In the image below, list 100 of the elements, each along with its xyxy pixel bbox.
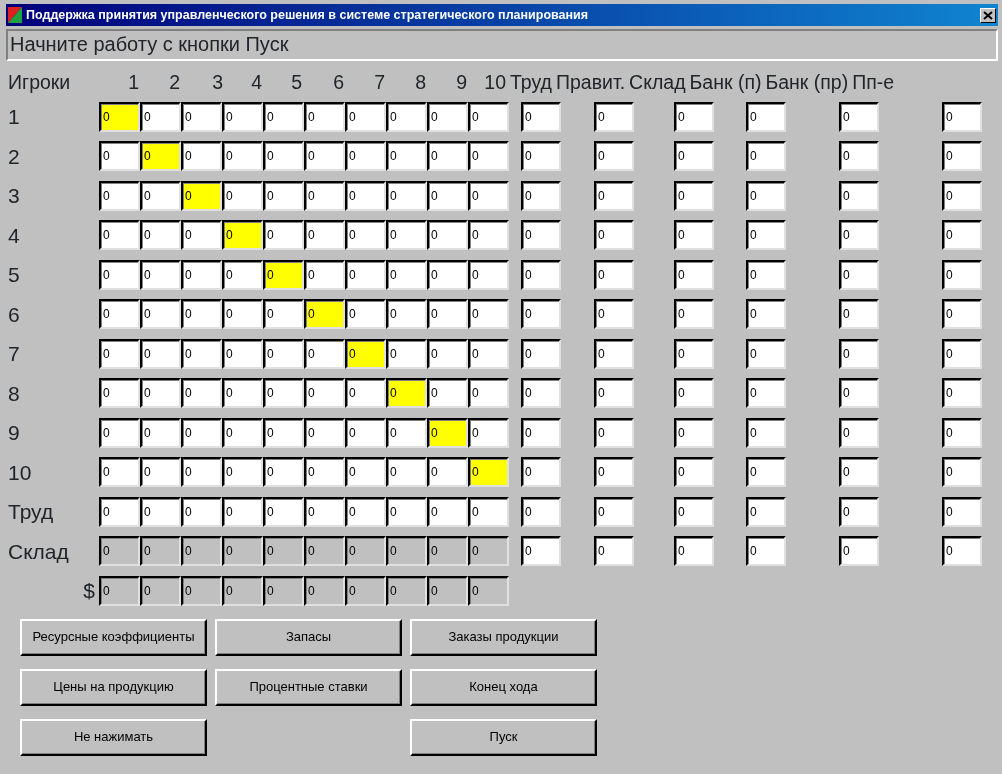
number-field[interactable]: 0 (468, 180, 509, 211)
number-field[interactable]: 0 (304, 220, 345, 251)
number-field[interactable]: 0 (263, 378, 304, 409)
command-button[interactable]: Заказы продукции (410, 618, 597, 656)
number-field[interactable]: 0 (304, 457, 345, 488)
number-field[interactable]: 0 (427, 417, 468, 448)
number-field[interactable]: 0 (345, 299, 386, 330)
number-field[interactable]: 0 (942, 259, 982, 290)
number-field[interactable]: 0 (222, 496, 263, 527)
number-field[interactable]: 0 (521, 220, 561, 251)
number-field[interactable]: 0 (304, 141, 345, 172)
number-field[interactable]: 0 (222, 141, 263, 172)
number-field[interactable]: 0 (746, 417, 786, 448)
number-field[interactable]: 0 (99, 141, 140, 172)
number-field[interactable]: 0 (140, 378, 181, 409)
number-field[interactable]: 0 (594, 180, 634, 211)
number-field[interactable]: 0 (345, 417, 386, 448)
number-field[interactable]: 0 (140, 141, 181, 172)
close-button[interactable] (980, 7, 996, 23)
number-field[interactable]: 0 (181, 417, 222, 448)
number-field[interactable]: 0 (386, 220, 427, 251)
number-field[interactable]: 0 (839, 259, 879, 290)
number-field[interactable]: 0 (468, 101, 509, 132)
number-field[interactable]: 0 (140, 417, 181, 448)
number-field[interactable]: 0 (386, 338, 427, 369)
number-field[interactable]: 0 (746, 141, 786, 172)
command-button[interactable]: Процентные ставки (215, 668, 402, 706)
number-field[interactable]: 0 (386, 180, 427, 211)
number-field[interactable]: 0 (942, 378, 982, 409)
number-field[interactable]: 0 (839, 417, 879, 448)
number-field[interactable]: 0 (304, 299, 345, 330)
number-field[interactable]: 0 (263, 299, 304, 330)
number-field[interactable]: 0 (942, 299, 982, 330)
number-field[interactable]: 0 (222, 180, 263, 211)
number-field[interactable]: 0 (263, 180, 304, 211)
number-field[interactable]: 0 (140, 338, 181, 369)
number-field[interactable]: 0 (674, 259, 714, 290)
number-field[interactable]: 0 (746, 220, 786, 251)
number-field[interactable]: 0 (181, 496, 222, 527)
number-field[interactable]: 0 (839, 180, 879, 211)
number-field[interactable]: 0 (181, 378, 222, 409)
number-field[interactable]: 0 (594, 220, 634, 251)
number-field[interactable]: 0 (674, 101, 714, 132)
number-field[interactable]: 0 (427, 378, 468, 409)
number-field[interactable]: 0 (140, 180, 181, 211)
number-field[interactable]: 0 (345, 220, 386, 251)
number-field[interactable]: 0 (674, 457, 714, 488)
number-field[interactable]: 0 (594, 457, 634, 488)
number-field[interactable]: 0 (839, 496, 879, 527)
number-field[interactable]: 0 (345, 378, 386, 409)
command-button[interactable]: Конец хода (410, 668, 597, 706)
number-field[interactable]: 0 (263, 457, 304, 488)
number-field[interactable]: 0 (222, 259, 263, 290)
number-field[interactable]: 0 (746, 299, 786, 330)
number-field[interactable]: 0 (222, 101, 263, 132)
number-field[interactable]: 0 (99, 417, 140, 448)
number-field[interactable]: 0 (99, 101, 140, 132)
number-field[interactable]: 0 (942, 338, 982, 369)
number-field[interactable]: 0 (386, 457, 427, 488)
number-field[interactable]: 0 (222, 457, 263, 488)
number-field[interactable]: 0 (594, 496, 634, 527)
number-field[interactable]: 0 (181, 141, 222, 172)
number-field[interactable]: 0 (746, 378, 786, 409)
number-field[interactable]: 0 (99, 180, 140, 211)
command-button[interactable]: Запасы (215, 618, 402, 656)
number-field[interactable]: 0 (594, 299, 634, 330)
number-field[interactable]: 0 (181, 299, 222, 330)
number-field[interactable]: 0 (746, 496, 786, 527)
number-field[interactable]: 0 (594, 378, 634, 409)
number-field[interactable]: 0 (181, 180, 222, 211)
number-field[interactable]: 0 (674, 338, 714, 369)
number-field[interactable]: 0 (181, 457, 222, 488)
number-field[interactable]: 0 (839, 457, 879, 488)
number-field[interactable]: 0 (839, 141, 879, 172)
number-field[interactable]: 0 (839, 101, 879, 132)
number-field[interactable]: 0 (521, 259, 561, 290)
number-field[interactable]: 0 (263, 417, 304, 448)
number-field[interactable]: 0 (839, 220, 879, 251)
number-field[interactable]: 0 (746, 101, 786, 132)
number-field[interactable]: 0 (222, 299, 263, 330)
number-field[interactable]: 0 (521, 496, 561, 527)
number-field[interactable]: 0 (386, 141, 427, 172)
number-field[interactable]: 0 (594, 101, 634, 132)
number-field[interactable]: 0 (427, 496, 468, 527)
number-field[interactable]: 0 (942, 417, 982, 448)
number-field[interactable]: 0 (427, 259, 468, 290)
command-button[interactable]: Цены на продукцию (20, 668, 207, 706)
command-button[interactable]: Ресурсные коэффициенты (20, 618, 207, 656)
number-field[interactable]: 0 (746, 259, 786, 290)
number-field[interactable]: 0 (345, 457, 386, 488)
number-field[interactable]: 0 (427, 101, 468, 132)
number-field[interactable]: 0 (304, 378, 345, 409)
number-field[interactable]: 0 (674, 496, 714, 527)
number-field[interactable]: 0 (263, 101, 304, 132)
number-field[interactable]: 0 (521, 457, 561, 488)
number-field[interactable]: 0 (222, 417, 263, 448)
number-field[interactable]: 0 (427, 141, 468, 172)
number-field[interactable]: 0 (140, 457, 181, 488)
number-field[interactable]: 0 (521, 299, 561, 330)
number-field[interactable]: 0 (263, 259, 304, 290)
